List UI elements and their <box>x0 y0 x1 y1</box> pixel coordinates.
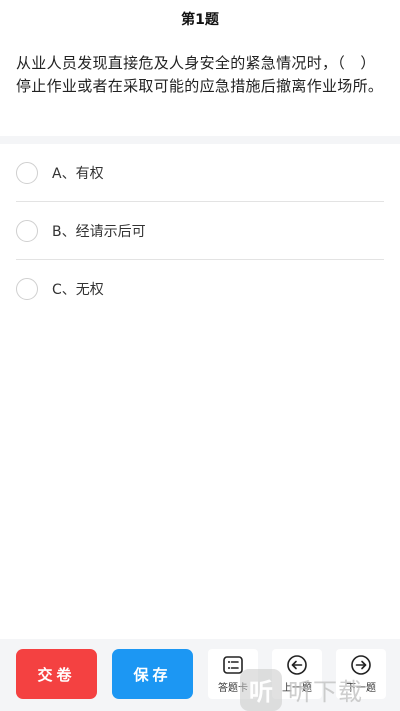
radio-button[interactable] <box>16 161 38 184</box>
answer-card-button[interactable]: 答题卡 <box>208 649 258 699</box>
divider-band <box>0 136 400 144</box>
save-label: 保存 <box>133 665 172 684</box>
save-button[interactable]: 保存 <box>112 649 193 699</box>
question-number-title: 第1题 <box>0 0 400 38</box>
answer-card-label: 答题卡 <box>218 683 248 694</box>
option-label: B、经请示后可 <box>52 223 146 240</box>
arrow-left-circle-icon <box>287 655 307 675</box>
next-label: 下一题 <box>346 683 376 694</box>
next-question-button[interactable]: 下一题 <box>336 649 386 699</box>
option-c[interactable]: C、无权 <box>16 260 384 317</box>
submit-exam-button[interactable]: 交卷 <box>16 649 97 699</box>
option-b[interactable]: B、经请示后可 <box>16 202 384 260</box>
radio-button[interactable] <box>16 277 38 300</box>
options-list: A、有权 B、经请示后可 C、无权 <box>0 144 400 317</box>
radio-button[interactable] <box>16 219 38 242</box>
page-title: 第1题 <box>181 12 219 28</box>
bottom-toolbar: 交卷 保存 答题卡 上一题 下一题 <box>0 639 400 711</box>
option-label: A、有权 <box>52 165 104 182</box>
option-label: C、无权 <box>52 281 104 298</box>
submit-label: 交卷 <box>37 665 76 684</box>
option-a[interactable]: A、有权 <box>16 144 384 202</box>
list-icon <box>223 656 243 674</box>
question-text: 从业人员发现直接危及人身安全的紧急情况时，（ ）停止作业或者在采取可能的应急措施… <box>16 54 384 95</box>
arrow-right-circle-icon <box>351 655 371 675</box>
previous-label: 上一题 <box>282 683 312 694</box>
previous-question-button[interactable]: 上一题 <box>272 649 322 699</box>
